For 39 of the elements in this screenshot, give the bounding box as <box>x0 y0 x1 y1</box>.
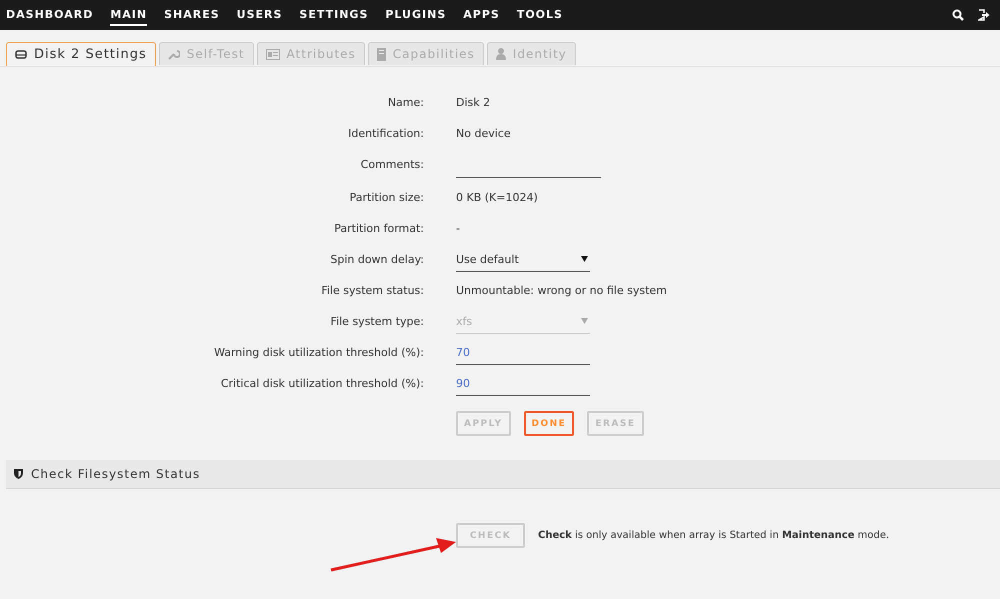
field-label: File system status: <box>320 283 424 299</box>
field-value: Disk 2 <box>456 96 490 109</box>
field-label: Comments: <box>360 157 424 173</box>
field-value: 0 KB (K=1024) <box>456 191 538 204</box>
field-label: Spin down delay: <box>329 252 424 268</box>
section-title: Check Filesystem Status <box>31 467 200 481</box>
dropdown[interactable]: Use default <box>456 247 590 272</box>
field-label: Partition format: <box>333 221 424 237</box>
nav-link[interactable]: SETTINGS <box>299 4 368 26</box>
server-icon <box>376 48 386 60</box>
nav-link[interactable]: USERS <box>236 4 282 26</box>
field-label: Warning disk utilization threshold (%): <box>213 345 424 361</box>
id-card-icon <box>266 48 280 60</box>
search-icon[interactable] <box>952 9 964 21</box>
tab[interactable]: Disk 2 Settings <box>6 42 156 66</box>
nav-link[interactable]: DASHBOARD <box>6 4 94 26</box>
field-label: Partition size: <box>348 190 424 206</box>
shield-icon <box>14 469 23 479</box>
field-label: Name: <box>386 95 424 111</box>
user-icon <box>496 48 506 60</box>
input-field[interactable]: 70 <box>456 340 590 365</box>
nav-link[interactable]: SHARES <box>164 4 220 26</box>
field-value: - <box>456 222 460 235</box>
field-label: Identification: <box>347 126 424 142</box>
wrench-icon <box>168 48 180 60</box>
field-label: File system type: <box>330 314 424 330</box>
drive-icon <box>15 49 27 60</box>
field-value: Unmountable: wrong or no file system <box>456 284 667 297</box>
field-label: Critical disk utilization threshold (%): <box>220 376 424 392</box>
field-value: No device <box>456 127 511 140</box>
nav-link[interactable]: MAIN <box>110 4 148 26</box>
caret-icon <box>581 318 588 324</box>
input-field[interactable]: 90 <box>456 371 590 396</box>
nav-link[interactable]: TOOLS <box>516 4 563 26</box>
logout-icon[interactable] <box>978 9 990 21</box>
nav-link[interactable]: APPS <box>463 4 500 26</box>
caret-icon <box>581 256 588 262</box>
nav-link[interactable]: PLUGINS <box>385 4 446 26</box>
check-note: Check is only available when array is Started in Maintenance mode. <box>538 530 890 541</box>
